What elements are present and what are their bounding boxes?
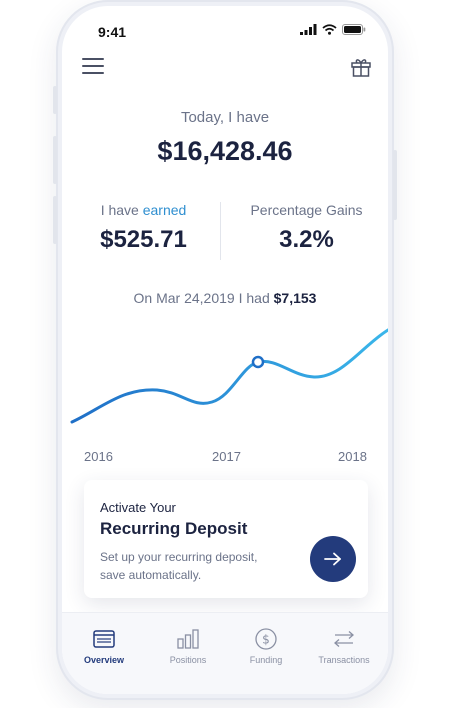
tab-funding[interactable]: $ Funding [226,627,306,665]
card-title: Recurring Deposit [100,519,248,538]
earned-label-prefix: I have [100,202,143,218]
svg-text:$: $ [262,633,270,647]
transfer-arrows-icon [334,631,354,647]
card-description: Set up your recurring deposit, save auto… [100,550,258,582]
status-icons [300,24,366,35]
gains-label: Percentage Gains [250,202,363,218]
tab-label: Transactions [318,655,370,665]
x-tick-label: 2017 [212,449,241,464]
overview-icon [93,630,115,648]
activate-deposit-button[interactable] [310,536,356,582]
balance-chart[interactable] [62,316,388,446]
arrow-right-icon [324,552,341,566]
tab-transactions[interactable]: Transactions [304,627,384,665]
wifi-icon [322,24,337,35]
earned-stat: I have earned $525.71 [62,202,225,254]
earned-label-accent: earned [142,202,187,218]
tab-overview[interactable]: Overview [64,627,144,665]
phone-power-button [393,150,397,220]
today-label: Today, I have [180,109,270,126]
recurring-deposit-card[interactable]: Activate Your Recurring Deposit Set up y… [84,480,368,598]
bar-chart-icon [177,629,199,649]
gift-icon[interactable] [350,56,372,78]
tab-label: Positions [169,655,207,665]
phone-side-button [53,86,57,114]
gains-value: 3.2% [279,226,334,253]
gains-stat: Percentage Gains 3.2% [225,202,388,254]
chart-highlight-point[interactable] [251,355,265,369]
history-amount: $7,153 [273,290,317,306]
tab-label: Overview [83,655,125,665]
card-kicker: Activate Your [100,500,176,515]
total-balance: $16,428.46 [157,136,293,166]
chart-series-line [70,328,388,424]
stats-row: I have earned $525.71 Percentage Gains 3… [62,202,388,262]
signal-icon [300,24,317,35]
battery-icon [342,24,366,35]
hamburger-menu-icon[interactable] [82,58,104,76]
phone-side-button [53,136,57,184]
phone-side-button [53,196,57,244]
x-tick-label: 2018 [338,449,367,464]
history-prefix: On Mar 24,2019 I had [133,290,274,306]
earned-label: I have earned [62,202,225,218]
bottom-tab-bar: Overview Positions $ Funding Transaction… [62,612,388,694]
tab-positions[interactable]: Positions [148,627,228,665]
tab-label: Funding [249,655,283,665]
app-screen: 9:41 Today, I have $16,428.46 I have ear… [62,6,388,694]
x-tick-label: 2016 [84,449,113,464]
dollar-circle-icon: $ [255,628,277,650]
history-caption: On Mar 24,2019 I had $7,153 [62,290,388,306]
status-time: 9:41 [98,24,127,40]
stats-divider [220,202,221,260]
earned-value: $525.71 [100,226,187,253]
